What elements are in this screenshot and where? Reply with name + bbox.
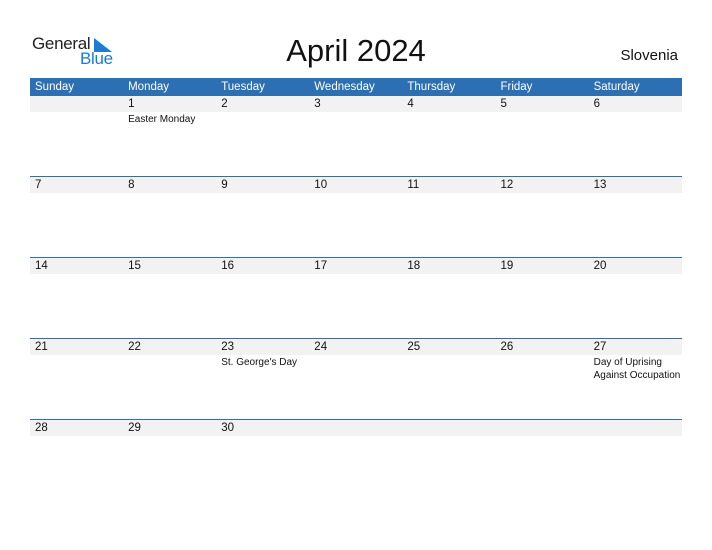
- country-label: Slovenia: [620, 47, 678, 64]
- day-number: 18: [407, 260, 421, 272]
- day-cell: 3: [309, 96, 402, 177]
- day-cell: 17: [309, 258, 402, 339]
- day-cell: 10: [309, 177, 402, 258]
- day-cell: [496, 420, 589, 501]
- day-number: 7: [35, 179, 42, 191]
- day-number: 11: [407, 179, 420, 191]
- week-row: 1 Easter Monday 2 3 4 5 6: [30, 96, 682, 177]
- day-cell: 26: [496, 339, 589, 420]
- day-number: 6: [593, 98, 600, 110]
- day-cell: 11: [402, 177, 495, 258]
- day-number: 23: [221, 341, 234, 353]
- day-cell: 24: [309, 339, 402, 420]
- weekday-monday: Monday: [128, 81, 170, 93]
- day-cell: 20: [589, 258, 682, 339]
- day-cell: 19: [496, 258, 589, 339]
- day-number: 29: [128, 422, 141, 434]
- day-number: 2: [221, 98, 228, 110]
- weekday-header: Sunday Monday Tuesday Wednesday Thursday…: [30, 78, 682, 96]
- day-number: [407, 420, 495, 436]
- day-cell: 27 Day of Uprising Against Occupation: [589, 339, 682, 420]
- day-number: 3: [314, 98, 321, 110]
- week-row: 28 29 30: [30, 419, 682, 501]
- day-number: 17: [314, 260, 328, 272]
- day-number: [501, 420, 589, 436]
- day-number: 26: [500, 341, 514, 353]
- day-cell: 9: [216, 177, 309, 258]
- calendar-title: April 2024: [286, 33, 426, 68]
- day-number: 14: [35, 260, 48, 272]
- week-row: 14 15 16 17 18 19 20: [30, 257, 682, 339]
- day-cell: 21: [30, 339, 123, 420]
- weekday-thursday: Thursday: [407, 81, 456, 93]
- day-number: 28: [35, 422, 48, 434]
- day-cell: 28: [30, 420, 123, 501]
- day-cell: 12: [496, 177, 589, 258]
- day-cell: [309, 420, 402, 501]
- day-cell: 5: [496, 96, 589, 177]
- day-cell: 14: [30, 258, 123, 339]
- day-number: 21: [35, 341, 48, 353]
- day-number: 1: [128, 98, 135, 110]
- week-row: 7 8 9 10 11 12 13: [30, 176, 682, 258]
- day-number: 12: [500, 179, 514, 191]
- day-cell: [589, 420, 682, 501]
- day-cell: 4: [402, 96, 495, 177]
- day-number: 25: [407, 341, 421, 353]
- weekday-wednesday: Wednesday: [314, 81, 375, 93]
- weekday-tuesday: Tuesday: [221, 81, 265, 93]
- day-cell: 15: [123, 258, 216, 339]
- day-number: [314, 420, 402, 436]
- day-cell: 2: [216, 96, 309, 177]
- day-cell: 25: [402, 339, 495, 420]
- day-cell: 18: [402, 258, 495, 339]
- day-cell: 7: [30, 177, 123, 258]
- day-cell: 8: [123, 177, 216, 258]
- day-cell: [402, 420, 495, 501]
- day-cell: 29: [123, 420, 216, 501]
- day-cell: 22: [123, 339, 216, 420]
- day-number: 4: [407, 98, 414, 110]
- day-number: 22: [128, 341, 141, 353]
- day-number: 30: [221, 422, 234, 434]
- day-cell: [30, 96, 123, 177]
- day-cell: 13: [589, 177, 682, 258]
- holiday-label: Easter Monday: [128, 114, 196, 125]
- day-number: 16: [221, 260, 234, 272]
- day-number: 10: [314, 179, 328, 191]
- day-number: [594, 420, 682, 436]
- day-number: 27: [593, 341, 607, 353]
- day-number: 5: [500, 98, 507, 110]
- day-number: 8: [128, 179, 135, 191]
- day-cell: 30: [216, 420, 309, 501]
- day-cell: 1 Easter Monday: [123, 96, 216, 177]
- day-number: 13: [593, 179, 607, 191]
- day-number: [35, 96, 123, 112]
- day-number: 20: [593, 260, 607, 272]
- day-cell: 6: [589, 96, 682, 177]
- holiday-label: St. George's Day: [221, 357, 298, 368]
- weekday-saturday: Saturday: [593, 81, 640, 93]
- day-cell: 16: [216, 258, 309, 339]
- week-row: 21 22 23 St. George's Day 24 25 26 27 Day of Upr…: [30, 338, 682, 420]
- weekday-friday: Friday: [500, 81, 533, 93]
- weekday-sunday: Sunday: [35, 81, 75, 93]
- day-number: 19: [500, 260, 514, 272]
- day-number: 9: [221, 179, 228, 191]
- day-number: 24: [314, 341, 328, 353]
- day-cell: 23 St. George's Day: [216, 339, 309, 420]
- day-number: 15: [128, 260, 141, 272]
- holiday-label: Day of Uprising Against Occupation: [593, 357, 681, 381]
